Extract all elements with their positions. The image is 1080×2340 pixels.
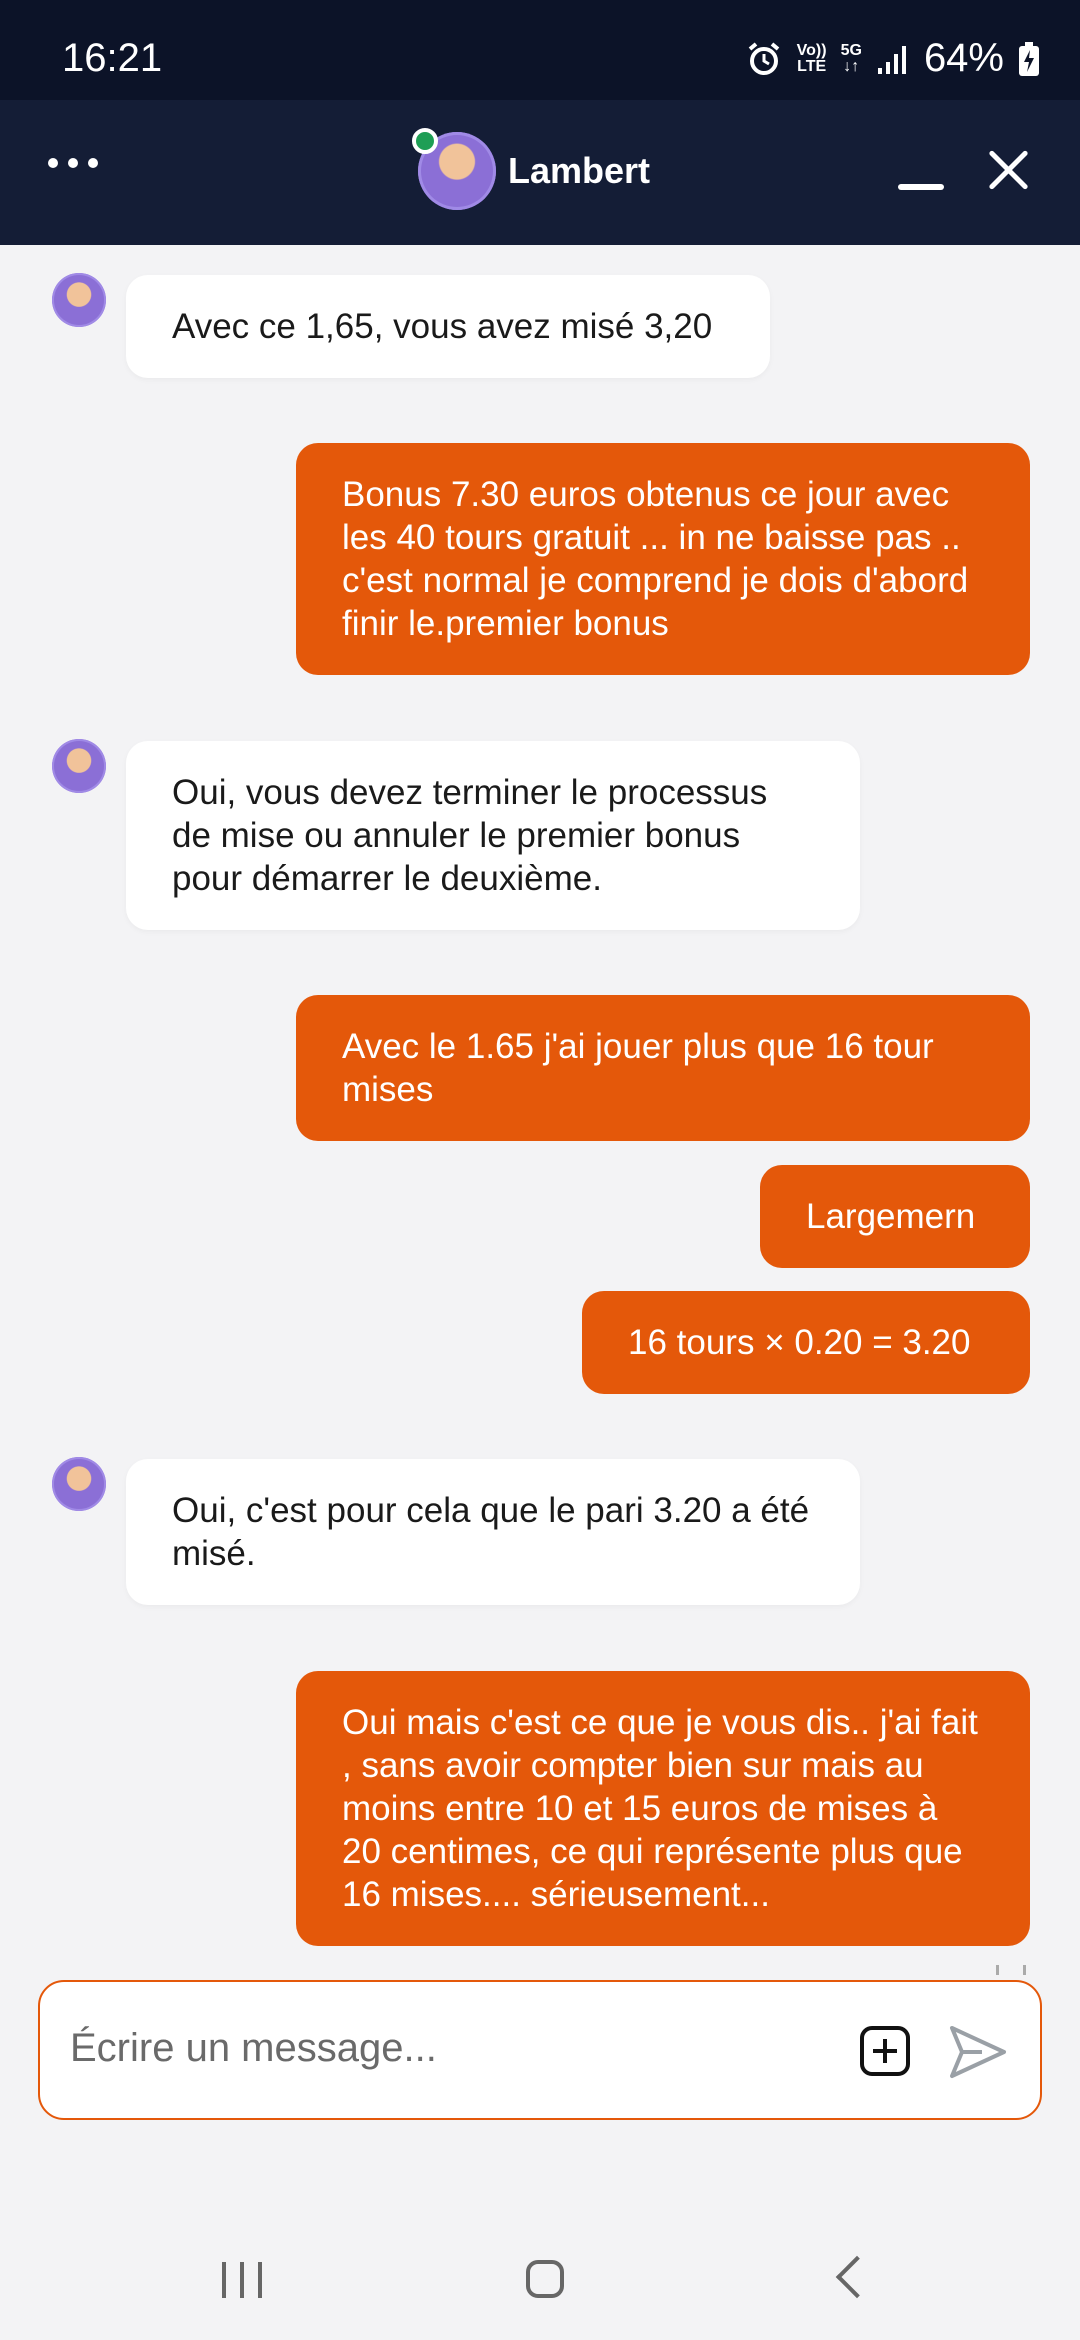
user-message: Oui mais c'est ce que je vous dis.. j'ai… (296, 1671, 1030, 1946)
status-bar: 16:21 Vo)) LTE 5G ↓↑ 64% (0, 0, 1080, 100)
volte-label: Vo)) (796, 41, 827, 59)
agent-name: Lambert (508, 150, 651, 191)
send-icon[interactable] (948, 2024, 1008, 2080)
agent-avatar-small (52, 739, 106, 793)
agent-message: Avec ce 1,65, vous avez misé 3,20 (126, 275, 770, 378)
lte-label: LTE (797, 57, 827, 75)
agent-message: Oui, vous devez terminer le processus de… (126, 741, 860, 930)
message-input[interactable]: Écrire un message... (70, 2026, 437, 2071)
read-receipt-icon (996, 1965, 1026, 1975)
user-message: Bonus 7.30 euros obtenus ce jour avec le… (296, 443, 1030, 675)
more-horizontal-icon[interactable] (48, 158, 98, 168)
back-icon[interactable] (835, 2255, 879, 2299)
network-indicator: 5G ↓↑ (840, 41, 862, 75)
volte-indicator: Vo)) LTE (796, 41, 827, 75)
user-message: 16 tours × 0.20 = 3.20 (582, 1291, 1030, 1394)
system-nav-bar (0, 2190, 1080, 2340)
agent-avatar-small (52, 273, 106, 327)
user-message: Largemern (760, 1165, 1030, 1268)
network-label: 5G (840, 41, 862, 59)
online-status-indicator (412, 128, 438, 154)
signal-icon (877, 45, 906, 74)
message-composer[interactable]: Écrire un message... (38, 1980, 1042, 2120)
data-arrows-icon: ↓↑ (843, 57, 860, 75)
battery-charging-icon (1019, 41, 1039, 76)
recents-icon[interactable] (222, 2262, 262, 2298)
chat-header: Lambert (0, 100, 1080, 245)
status-icons: Vo)) LTE 5G ↓↑ 64% (745, 36, 1040, 81)
battery-percent: 64% (923, 36, 1004, 80)
home-icon[interactable] (526, 2260, 564, 2298)
agent-message: Oui, c'est pour cela que le pari 3.20 a … (126, 1459, 860, 1605)
agent-avatar-small (52, 1457, 106, 1511)
add-attachment-icon[interactable] (860, 2026, 910, 2076)
chat-transcript[interactable]: Avec ce 1,65, vous avez misé 3,20 Bonus … (0, 245, 1080, 1975)
alarm-icon (748, 41, 779, 75)
user-message: Avec le 1.65 j'ai jouer plus que 16 tour… (296, 995, 1030, 1141)
minimize-icon[interactable] (898, 184, 944, 190)
status-time: 16:21 (62, 36, 163, 80)
close-icon[interactable] (986, 148, 1030, 192)
